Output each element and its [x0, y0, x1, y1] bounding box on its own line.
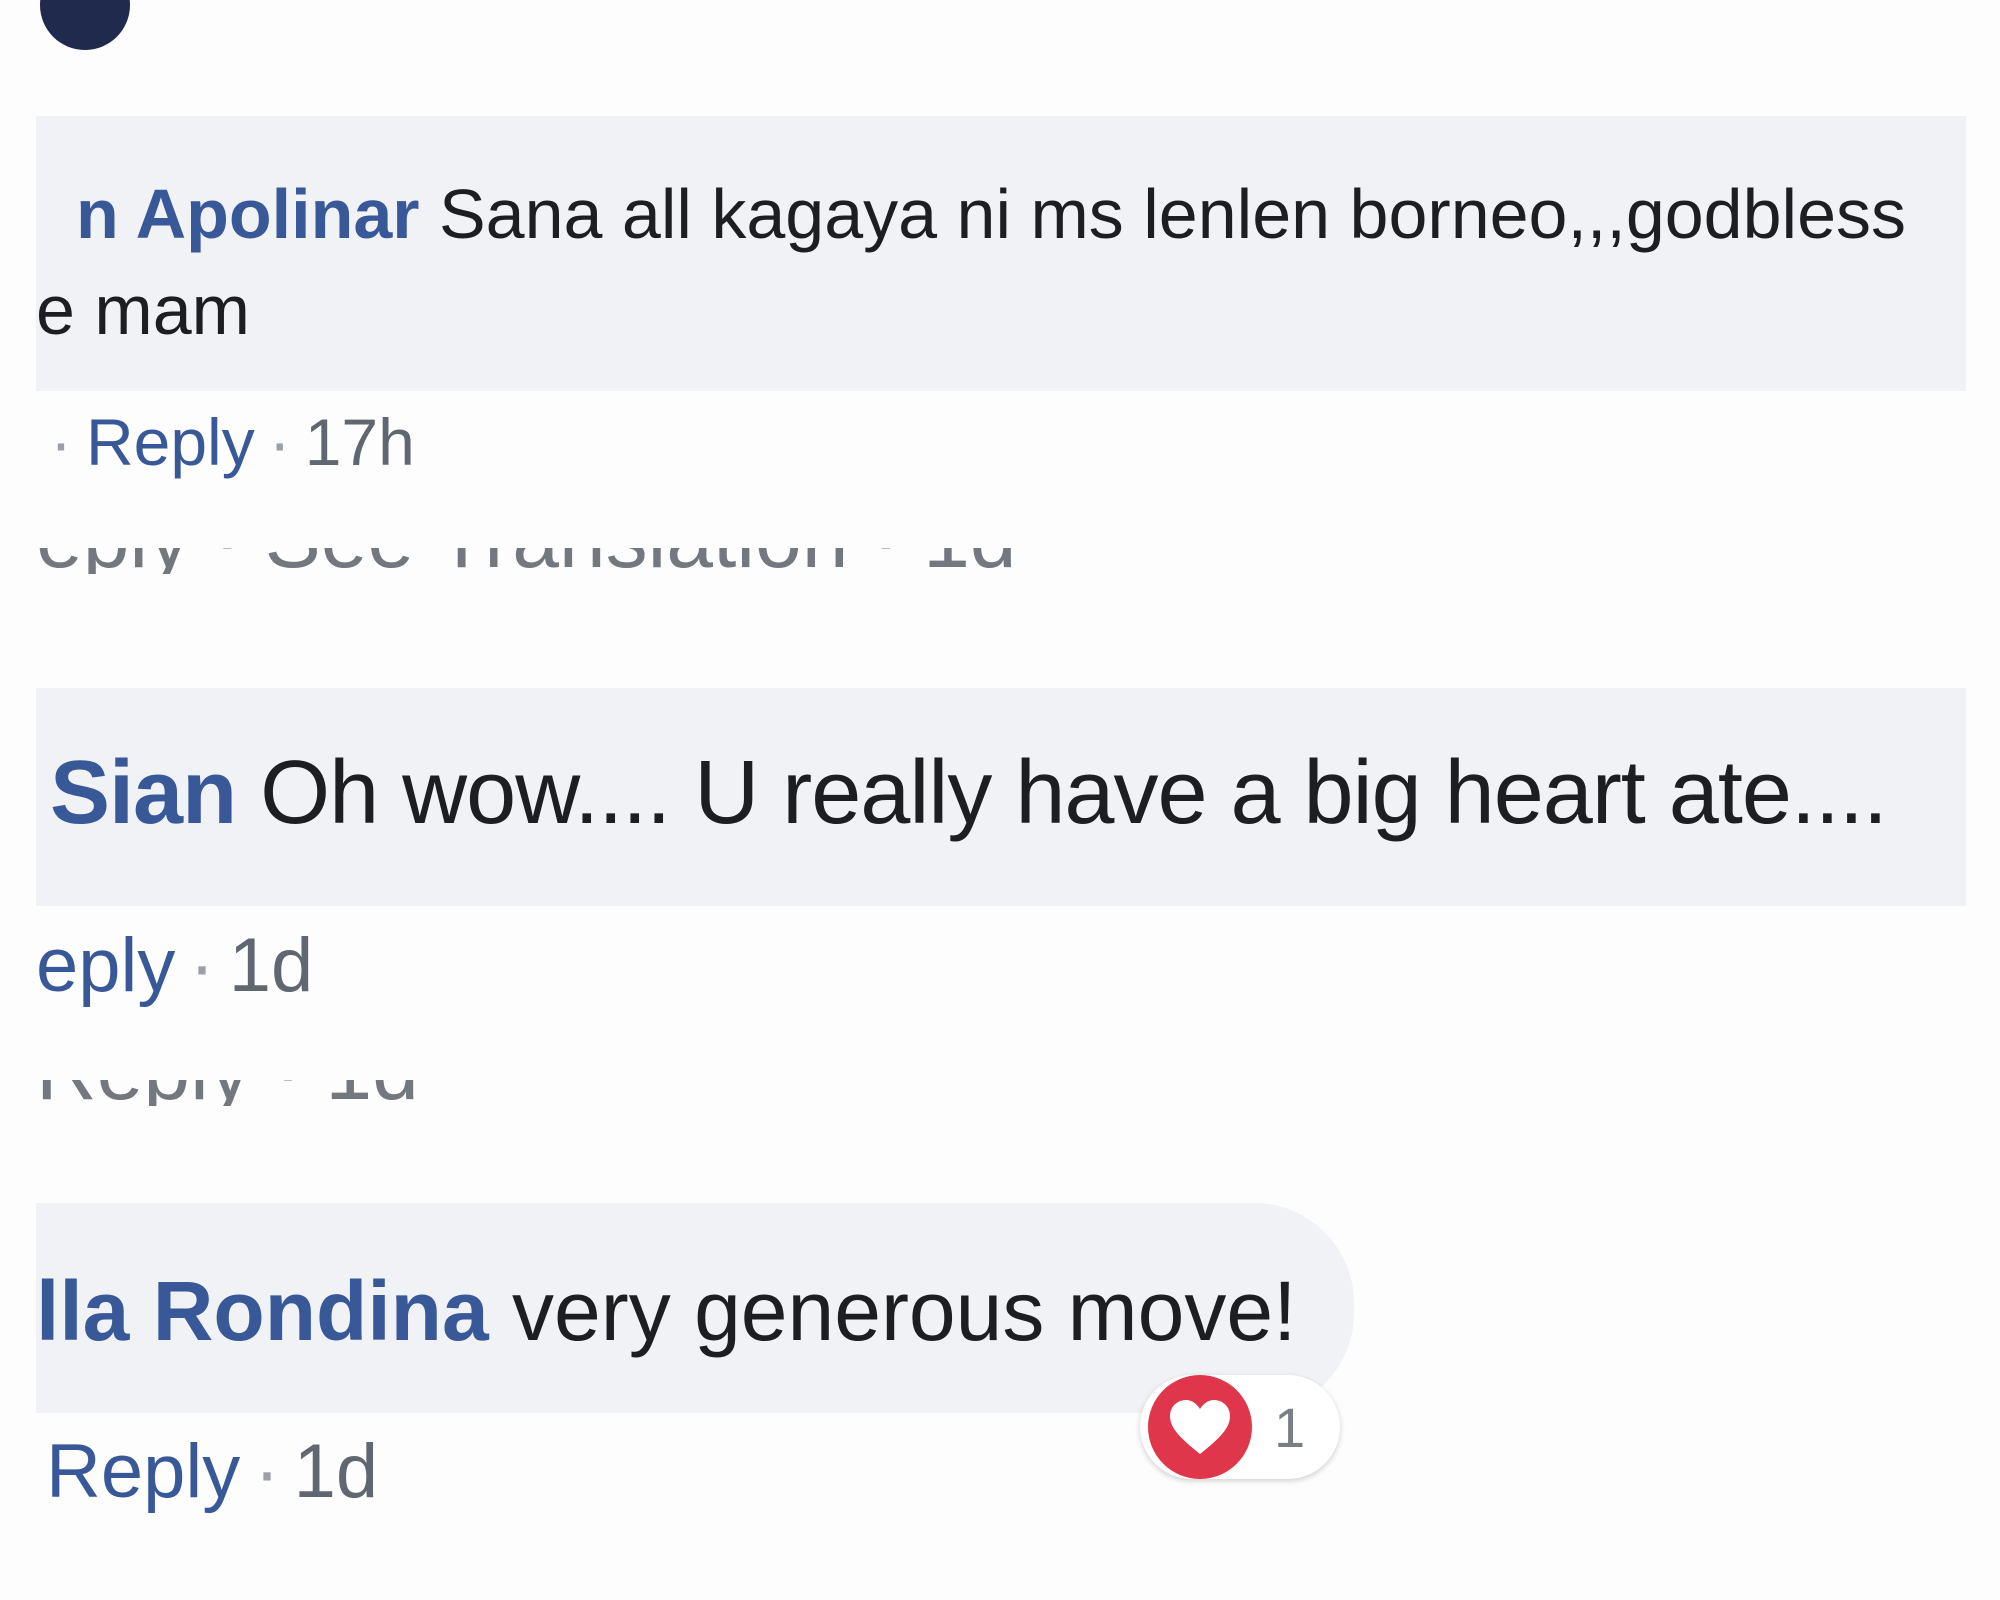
comment-text: Oh wow.... U really have a big heart ate…	[260, 743, 1888, 843]
comment-timestamp[interactable]: 1d	[294, 1429, 379, 1514]
action-separator: ·	[50, 405, 72, 479]
comment-text-continued: e mam	[36, 271, 250, 349]
comment-bubble: n Apolinar Sana all kagaya ni ms lenlen …	[36, 116, 1966, 391]
clipped-action-row: Reply · 1d	[36, 1080, 419, 1106]
comment-line: lla Rondina very generous move!	[36, 1263, 1296, 1360]
comment-actions: Reply · 1d	[46, 1428, 378, 1515]
comment-author-link[interactable]: n Apolinar	[76, 175, 420, 253]
comment-actions: eply · 1d	[36, 922, 313, 1009]
comment-author-link[interactable]: lla Rondina	[36, 1264, 489, 1358]
comment-line: Sian Oh wow.... U really have a big hear…	[50, 742, 1888, 845]
action-separator: ·	[254, 1429, 280, 1514]
comment-text: Sana all kagaya ni ms lenlen borneo,,,go…	[438, 175, 1907, 253]
reaction-count: 1	[1274, 1395, 1306, 1459]
reply-link[interactable]: Reply	[46, 1429, 240, 1514]
reply-link[interactable]: eply	[36, 923, 175, 1008]
comment-author-link[interactable]: Sian	[50, 743, 237, 843]
comment-line: n Apolinar Sana all kagaya ni ms lenlen …	[76, 174, 1906, 254]
comment-bubble: lla Rondina very generous move!	[36, 1203, 1354, 1413]
reply-link[interactable]: Reply	[86, 405, 255, 479]
comment-timestamp[interactable]: 1d	[229, 923, 314, 1008]
avatar[interactable]	[40, 0, 130, 50]
action-separator: ·	[268, 405, 291, 479]
comment-bubble: Sian Oh wow.... U really have a big hear…	[36, 688, 1966, 906]
clipped-action-row: eply · See Translation · 1d	[36, 548, 1017, 574]
comment-actions: · Reply · 17h	[36, 404, 415, 480]
heart-icon	[1148, 1375, 1252, 1479]
comments-panel: n Apolinar Sana all kagaya ni ms lenlen …	[0, 0, 2000, 1600]
comment-timestamp[interactable]: 17h	[305, 405, 415, 479]
comment-text: very generous move!	[512, 1264, 1297, 1358]
action-separator: ·	[189, 923, 215, 1008]
reaction-summary[interactable]: 1	[1140, 1375, 1340, 1479]
